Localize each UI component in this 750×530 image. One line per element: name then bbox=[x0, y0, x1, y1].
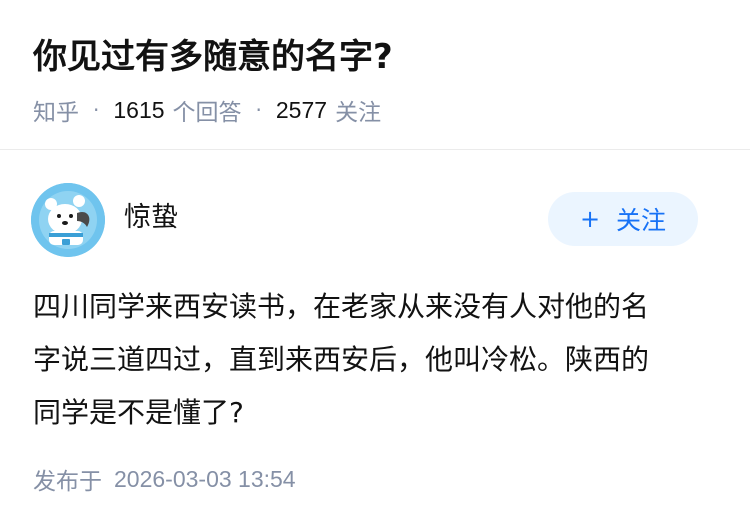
author-name[interactable]: 惊蛰 bbox=[124, 200, 178, 236]
followers-unit[interactable]: 关注 bbox=[335, 93, 381, 127]
answers-count[interactable]: 1615 bbox=[113, 97, 164, 124]
plus-icon: + bbox=[579, 205, 601, 233]
question-header: 你见过有多随意的名字? 知乎 · 1615 个回答 · 2577 关注 bbox=[0, 0, 750, 150]
answer-content[interactable]: 四川同学来西安读书，在老家从来没有人对他的名 字说三道四过，直到来西安后，他叫冷… bbox=[33, 280, 723, 439]
meta-separator: · bbox=[255, 98, 262, 122]
answer-text-line: 四川同学来西安读书，在老家从来没有人对他的名 bbox=[33, 290, 650, 323]
answer-text-line: 同学是不是懂了? bbox=[33, 396, 244, 429]
follow-button[interactable]: + 关注 bbox=[548, 192, 698, 246]
answer-footer: 发布于 2026-03-03 13:54 bbox=[33, 462, 296, 496]
author-avatar[interactable] bbox=[31, 183, 105, 257]
published-time: 2026-03-03 13:54 bbox=[114, 465, 296, 492]
published-label: 发布于 bbox=[33, 469, 102, 495]
answer-text-line: 字说三道四过，直到来西安后，他叫冷松。陕西的 bbox=[33, 343, 650, 376]
source-label[interactable]: 知乎 bbox=[33, 93, 79, 127]
meta-separator: · bbox=[93, 98, 100, 122]
followers-count[interactable]: 2577 bbox=[276, 97, 327, 124]
question-meta: 知乎 · 1615 个回答 · 2577 关注 bbox=[33, 93, 381, 127]
follow-button-label: 关注 bbox=[616, 206, 667, 235]
answers-unit[interactable]: 个回答 bbox=[173, 93, 242, 127]
question-title[interactable]: 你见过有多随意的名字? bbox=[33, 34, 393, 80]
cartoon-bear-avatar-icon bbox=[31, 183, 105, 257]
